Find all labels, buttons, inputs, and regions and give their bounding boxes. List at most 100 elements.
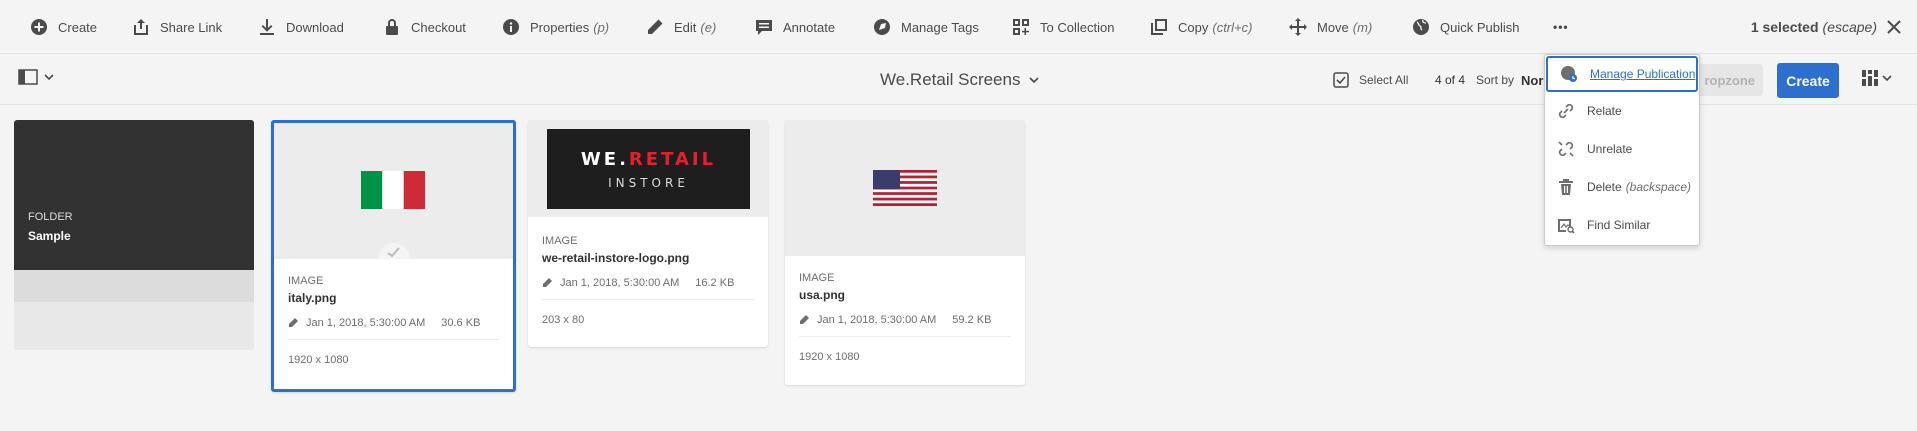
share-link-label: Share Link xyxy=(160,19,223,35)
italy-flag-image xyxy=(361,171,425,209)
logo-text-instore: INSTORE xyxy=(608,175,689,190)
menu-item-unrelate[interactable]: Unrelate xyxy=(1545,131,1701,167)
move-icon xyxy=(1289,18,1307,36)
logo-text-retail: RETAIL xyxy=(628,148,717,170)
edit-action[interactable]: Edit (e) xyxy=(646,0,716,54)
chevron-down-icon xyxy=(1029,77,1040,84)
unlink-icon xyxy=(1558,141,1574,157)
asset-meta: IMAGE italy.png Jan 1, 2018, 5:30:00 AM … xyxy=(288,275,499,366)
menu-item-relate[interactable]: Relate xyxy=(1545,93,1701,129)
card-title: italy.png xyxy=(288,291,337,305)
image-dimensions: 203 x 80 xyxy=(542,314,585,326)
menu-item-label: Manage Publication xyxy=(1590,67,1696,81)
comment-icon xyxy=(756,20,772,35)
copy-icon xyxy=(1151,19,1167,35)
copy-label: Copy xyxy=(1178,19,1209,35)
share-link-action[interactable]: Share Link xyxy=(132,0,222,54)
more-actions-button[interactable]: ••• xyxy=(1553,0,1569,54)
lock-icon xyxy=(386,19,398,35)
quick-publish-label: Quick Publish xyxy=(1440,19,1520,35)
selection-count[interactable]: 1 selected (escape) xyxy=(1751,0,1877,54)
we-retail-logo-image: WE.RETAIL INSTORE xyxy=(547,129,750,209)
folder-band xyxy=(14,270,254,302)
sort-by-label: Sort by xyxy=(1476,73,1515,87)
checkout-action[interactable]: Checkout xyxy=(383,0,466,54)
asset-meta: IMAGE usa.png Jan 1, 2018, 5:30:00 AM 59… xyxy=(799,272,1011,363)
more-actions-menu: Manage Publication Relate Unrelate Delet… xyxy=(1544,54,1700,246)
menu-item-shortcut: (backspace) xyxy=(1625,180,1692,194)
select-all-label: Select All xyxy=(1359,73,1409,87)
folder-title-text: We.Retail Screens xyxy=(880,70,1021,89)
sort-by-select[interactable]: Nor xyxy=(1521,55,1543,105)
create-action-label: Create xyxy=(58,19,98,35)
logo-text-we: WE. xyxy=(580,148,629,170)
file-size: 16.2 KB xyxy=(695,277,735,289)
card-type: IMAGE xyxy=(542,235,578,247)
folder-title[interactable]: We.Retail Screens xyxy=(880,55,1040,105)
move-shortcut: (m) xyxy=(1352,19,1373,35)
sidebar-icon xyxy=(18,69,38,85)
selection-count-text: 1 selected xyxy=(1750,19,1819,35)
create-button[interactable]: Create xyxy=(1777,63,1839,98)
menu-item-find-similar[interactable]: Find Similar xyxy=(1545,207,1701,243)
close-icon[interactable] xyxy=(1883,16,1905,38)
file-size: 59.2 KB xyxy=(952,314,992,326)
edit-label: Edit xyxy=(674,19,697,35)
to-collection-action[interactable]: To Collection xyxy=(1012,0,1114,54)
menu-item-label: Delete xyxy=(1587,180,1622,194)
move-action[interactable]: Move (m) xyxy=(1289,0,1372,54)
tag-icon xyxy=(874,19,890,35)
globe-icon xyxy=(1413,19,1429,35)
edit-shortcut: (e) xyxy=(700,19,717,35)
pencil-icon xyxy=(289,318,298,327)
link-icon xyxy=(1558,103,1574,119)
usa-flag-image xyxy=(873,170,937,206)
folder-thumbnail: FOLDER Sample xyxy=(14,120,254,270)
card-title: we-retail-instore-logo.png xyxy=(542,251,690,265)
annotate-action[interactable]: Annotate xyxy=(755,0,835,54)
image-dimensions: 1920 x 1080 xyxy=(288,354,349,366)
asset-card-usa[interactable]: IMAGE usa.png Jan 1, 2018, 5:30:00 AM 59… xyxy=(785,120,1025,385)
create-action[interactable]: Create xyxy=(30,0,97,54)
action-bar: Create Share Link Download Checkout Prop… xyxy=(0,0,1917,54)
asset-thumbnail xyxy=(274,123,513,259)
menu-item-manage-publication[interactable]: Manage Publication xyxy=(1546,56,1698,92)
properties-shortcut: (p) xyxy=(593,19,610,35)
view-switcher[interactable] xyxy=(1862,70,1892,86)
share-icon xyxy=(134,19,148,35)
card-type: FOLDER xyxy=(28,211,73,223)
copy-action[interactable]: Copy (ctrl+c) xyxy=(1150,0,1252,54)
collection-add-icon xyxy=(1013,19,1029,35)
modified-date: Jan 1, 2018, 5:30:00 AM xyxy=(560,277,680,289)
menu-item-delete[interactable]: Delete (backspace) xyxy=(1545,169,1701,205)
add-circle-icon xyxy=(31,19,47,35)
download-icon xyxy=(260,19,274,35)
checkout-label: Checkout xyxy=(411,19,466,35)
edit-icon xyxy=(648,19,663,34)
select-check-icon[interactable] xyxy=(377,239,411,259)
menu-item-label: Unrelate xyxy=(1587,142,1633,156)
asset-thumbnail xyxy=(785,120,1025,256)
modified-date: Jan 1, 2018, 5:30:00 AM xyxy=(817,314,937,326)
publish-icon xyxy=(1561,66,1577,82)
checkbox-icon xyxy=(1333,72,1349,88)
download-action[interactable]: Download xyxy=(258,0,344,54)
manage-tags-label: Manage Tags xyxy=(901,19,979,35)
select-all-button[interactable]: Select All xyxy=(1333,55,1408,105)
properties-action[interactable]: Properties (p) xyxy=(502,0,609,54)
image-dimensions: 1920 x 1080 xyxy=(799,351,860,363)
asset-card-we-retail[interactable]: WE.RETAIL INSTORE IMAGE we-retail-instor… xyxy=(528,120,768,347)
quick-publish-action[interactable]: Quick Publish xyxy=(1412,0,1519,54)
annotate-label: Annotate xyxy=(783,19,836,35)
card-modified-row: Jan 1, 2018, 5:30:00 AM 59.2 KB xyxy=(799,314,1011,337)
manage-tags-action[interactable]: Manage Tags xyxy=(873,0,979,54)
card-title: Sample xyxy=(28,229,71,243)
asset-thumbnail: WE.RETAIL INSTORE xyxy=(528,120,768,217)
asset-card-italy[interactable]: IMAGE italy.png Jan 1, 2018, 5:30:00 AM … xyxy=(271,120,516,392)
move-label: Move xyxy=(1317,19,1349,35)
card-modified-row: Jan 1, 2018, 5:30:00 AM 16.2 KB xyxy=(542,277,754,300)
chevron-down-icon xyxy=(44,74,54,81)
folder-card[interactable]: FOLDER Sample xyxy=(14,120,254,350)
rail-toggle-button[interactable] xyxy=(18,69,54,85)
card-type: IMAGE xyxy=(799,272,835,284)
